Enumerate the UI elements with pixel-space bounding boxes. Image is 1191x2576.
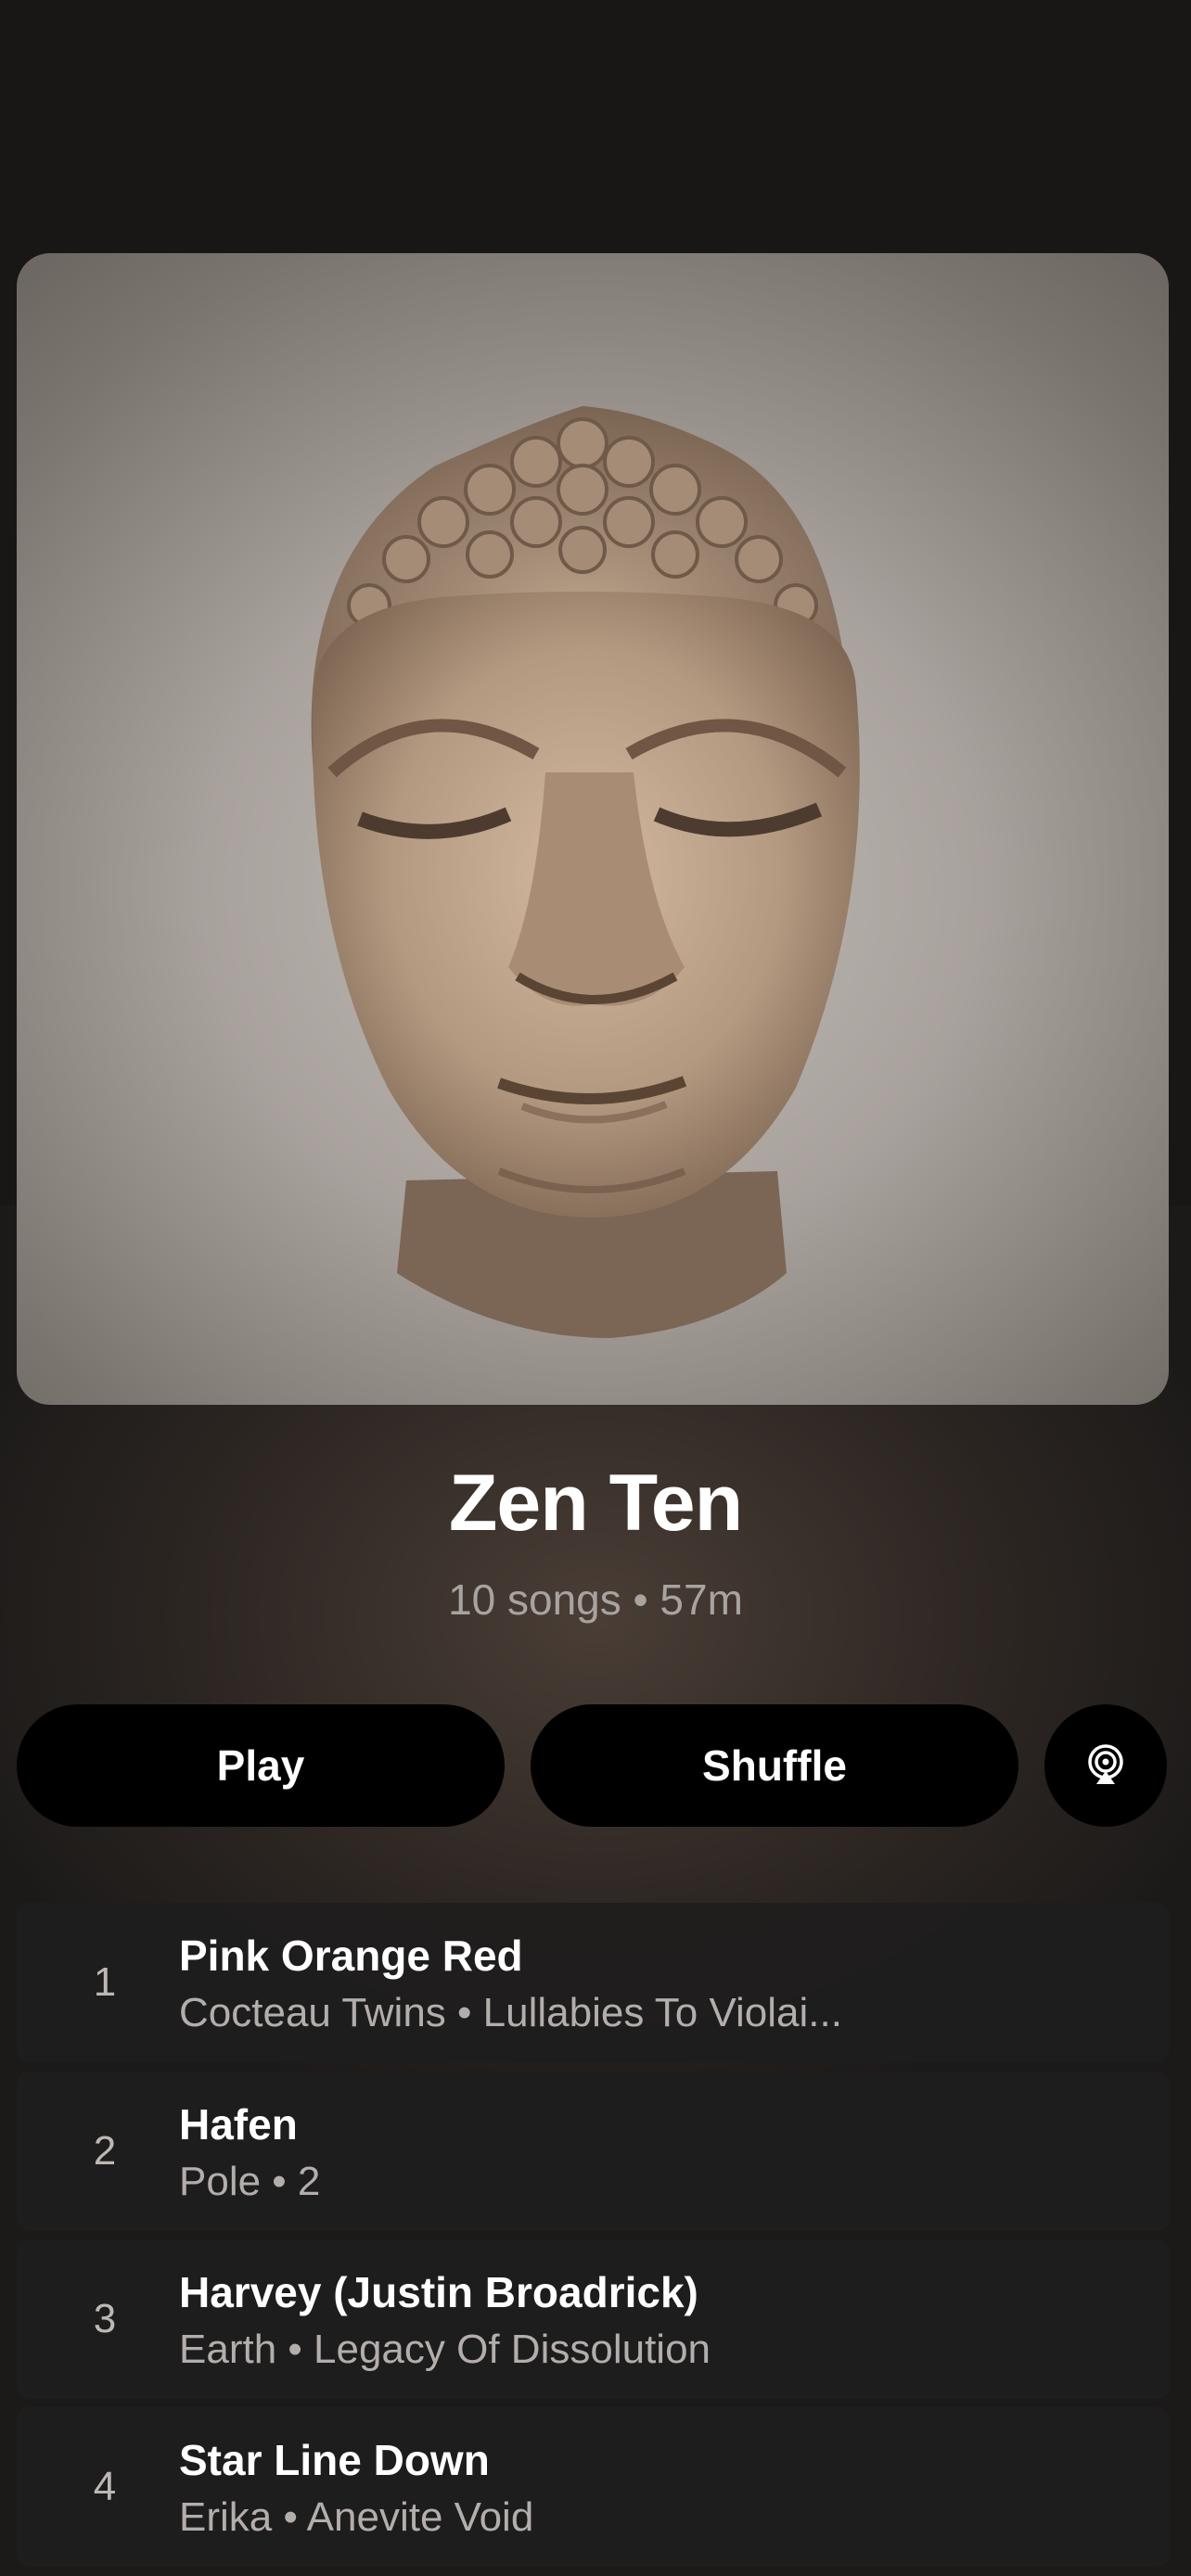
playlist-artwork — [17, 253, 1169, 1405]
track-subtitle: Cocteau Twins • Lullabies To Violai... — [179, 1990, 842, 2035]
play-button-label: Play — [216, 1741, 305, 1790]
track-row[interactable]: 4 Star Line Down Erika • Anevite Void — [17, 2407, 1169, 2567]
track-number: 4 — [93, 2464, 117, 2509]
track-subtitle: Erika • Anevite Void — [179, 2494, 534, 2540]
track-number: 2 — [93, 2128, 117, 2174]
airplay-button[interactable] — [1044, 1704, 1167, 1827]
track-title: Star Line Down — [179, 2436, 490, 2484]
track-row[interactable]: 2 Hafen Pole • 2 — [17, 2072, 1169, 2231]
track-number: 1 — [93, 1959, 117, 2005]
track-row[interactable]: 1 Pink Orange Red Cocteau Twins • Lullab… — [17, 1903, 1169, 2062]
playlist-title: Zen Ten — [448, 1459, 743, 1548]
airplay-audio-icon — [1088, 1744, 1123, 1784]
track-title: Harvey (Justin Broadrick) — [179, 2268, 698, 2316]
buddha-head-artwork — [311, 406, 860, 1338]
track-title: Hafen — [179, 2100, 298, 2149]
track-subtitle: Earth • Legacy Of Dissolution — [179, 2327, 711, 2372]
track-number: 3 — [93, 2296, 117, 2341]
track-row[interactable]: 3 Harvey (Justin Broadrick) Earth • Lega… — [17, 2239, 1169, 2399]
playlist-meta: 10 songs • 57m — [448, 1575, 743, 1624]
play-button[interactable]: Play — [17, 1704, 505, 1827]
shuffle-button-label: Shuffle — [702, 1741, 847, 1790]
shuffle-button[interactable]: Shuffle — [531, 1704, 1018, 1827]
track-title: Pink Orange Red — [179, 1932, 523, 1980]
track-subtitle: Pole • 2 — [179, 2159, 321, 2204]
